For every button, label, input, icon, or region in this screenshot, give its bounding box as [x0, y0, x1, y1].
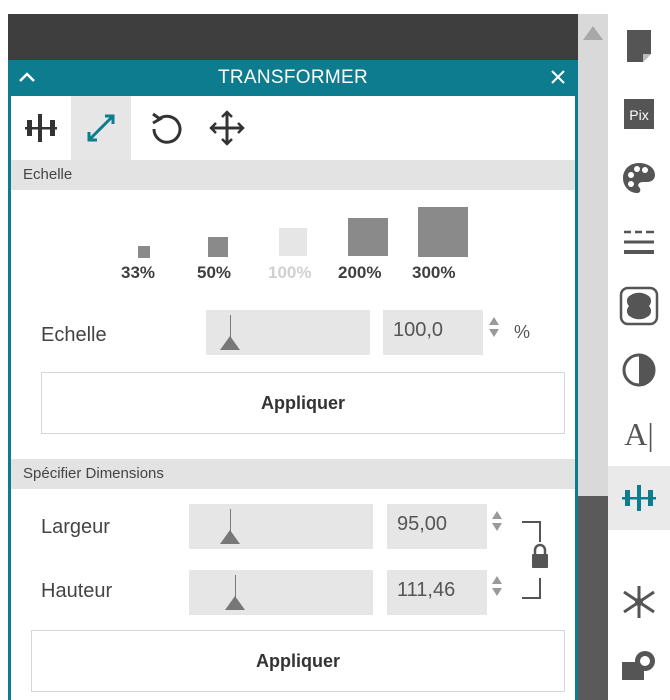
toolbar-offset[interactable] — [608, 274, 670, 338]
scale-spinner[interactable] — [489, 317, 501, 337]
slider-thumb[interactable] — [220, 530, 240, 544]
fill-icon — [622, 353, 656, 387]
replicate-icon — [623, 586, 655, 618]
width-label: Largeur — [41, 516, 110, 538]
preset-200-label[interactable]: 200% — [338, 263, 381, 283]
toolbar-modify[interactable] — [608, 634, 670, 698]
right-toolbar: Pix A| — [608, 14, 670, 700]
page-setup-icon — [627, 30, 651, 62]
dimensions-section-header: Spécifier Dimensions — [11, 459, 575, 489]
modify-icon — [622, 651, 655, 680]
preset-300-swatch[interactable] — [418, 207, 468, 257]
width-slider[interactable] — [189, 504, 373, 549]
preset-100-swatch[interactable] — [279, 228, 307, 256]
preset-33-swatch[interactable] — [138, 246, 150, 258]
spinner-down-icon[interactable] — [489, 329, 499, 337]
palette-icon — [623, 163, 655, 193]
aspect-lock-icon[interactable] — [516, 516, 550, 604]
close-icon[interactable] — [549, 68, 567, 86]
spinner-up-icon[interactable] — [489, 317, 499, 325]
toolbar-pixscan[interactable]: Pix — [608, 82, 670, 146]
width-spinner[interactable] — [492, 511, 504, 531]
toolbar-fill[interactable] — [608, 338, 670, 402]
preset-200-swatch[interactable] — [348, 218, 388, 256]
transform-panel: TRANSFORMER Echelle 33% 50% 100% 200% 30… — [8, 60, 578, 700]
height-spinner[interactable] — [492, 576, 504, 596]
move-icon — [209, 110, 245, 146]
tab-align[interactable] — [11, 96, 71, 160]
spinner-down-icon[interactable] — [492, 523, 502, 531]
pixscan-text: Pix — [629, 107, 648, 123]
transform-icon — [622, 485, 656, 511]
rotate-icon — [152, 112, 182, 144]
tab-rotate[interactable] — [137, 96, 197, 160]
toolbar-line-style[interactable] — [608, 210, 670, 274]
tab-move[interactable] — [197, 96, 257, 160]
align-icon — [25, 114, 57, 142]
tab-scale[interactable] — [71, 96, 131, 160]
height-slider[interactable] — [189, 570, 373, 615]
height-value-field[interactable]: 111,46 — [387, 570, 487, 615]
pixscan-icon: Pix — [624, 99, 654, 129]
toolbar-palette[interactable] — [608, 146, 670, 210]
spinner-up-icon[interactable] — [492, 576, 502, 584]
text-style-icon: A| — [624, 415, 654, 452]
toolbar-replicate[interactable] — [608, 570, 670, 634]
workspace-band — [8, 14, 578, 60]
preset-50-label[interactable]: 50% — [197, 263, 231, 283]
dimensions-apply-button[interactable]: Appliquer — [31, 630, 565, 692]
scale-value-field[interactable]: 100,0 — [383, 310, 483, 355]
scroll-up-icon[interactable] — [583, 26, 603, 40]
panel-title: TRANSFORMER — [217, 67, 369, 88]
width-value-field[interactable]: 95,00 — [387, 504, 487, 549]
toolbar-page-setup[interactable] — [608, 14, 670, 78]
toolbar-text-style[interactable]: A| — [608, 402, 670, 466]
scale-icon — [87, 114, 115, 142]
slider-thumb[interactable] — [220, 336, 240, 350]
scale-section-header: Echelle — [11, 160, 575, 190]
height-label: Hauteur — [41, 580, 113, 602]
scale-apply-button[interactable]: Appliquer — [41, 372, 565, 434]
line-style-icon — [624, 230, 654, 254]
offset-icon — [619, 286, 659, 326]
slider-thumb[interactable] — [225, 596, 245, 610]
panel-header: TRANSFORMER — [11, 60, 575, 96]
scale-label: Echelle — [41, 324, 107, 346]
top-bar — [0, 0, 670, 14]
scroll-thumb[interactable] — [578, 496, 608, 700]
spinner-down-icon[interactable] — [492, 588, 502, 596]
tool-tabs — [11, 96, 575, 160]
scale-unit: % — [514, 322, 531, 342]
preset-33-label[interactable]: 33% — [121, 263, 155, 283]
preset-50-swatch[interactable] — [208, 237, 228, 257]
toolbar-transform[interactable] — [608, 466, 670, 530]
preset-300-label[interactable]: 300% — [412, 263, 455, 283]
scale-slider[interactable] — [206, 310, 370, 355]
panel-scrollbar[interactable] — [578, 14, 608, 700]
spinner-up-icon[interactable] — [492, 511, 502, 519]
preset-100-label[interactable]: 100% — [268, 263, 311, 283]
